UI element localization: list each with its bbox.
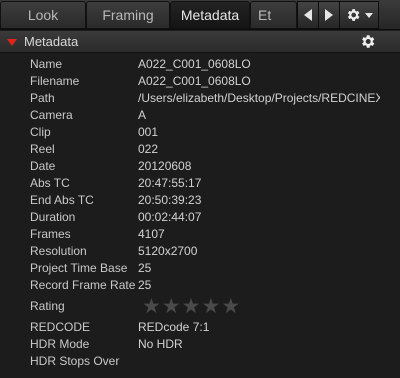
scrollbar-track[interactable] <box>382 55 398 378</box>
metadata-row-name: Name A022_C001_0608LO <box>0 57 400 74</box>
tab-bar-filler <box>379 1 400 29</box>
metadata-row-hdr-mode: HDR Mode No HDR <box>0 337 400 354</box>
metadata-row-redcode: REDCODE REDcode 7:1 <box>0 320 400 337</box>
metadata-row-clip: Clip 001 <box>0 125 400 142</box>
metadata-row-end-abs-tc: End Abs TC 20:50:39:23 <box>0 193 400 210</box>
rating-stars[interactable]: ★ ★ ★ ★ ★ <box>142 296 240 317</box>
star-icon[interactable]: ★ <box>221 296 240 317</box>
field-label: Date <box>30 159 56 173</box>
field-value: 20120608 <box>138 159 192 173</box>
metadata-row-reel: Reel 022 <box>0 142 400 159</box>
tab-etc[interactable]: Et <box>250 1 297 29</box>
field-label: Abs TC <box>30 176 70 190</box>
field-label: End Abs TC <box>30 193 94 207</box>
gear-icon[interactable] <box>359 33 376 50</box>
metadata-row-camera: Camera A <box>0 108 400 125</box>
field-label: Reel <box>30 142 55 156</box>
tab-metadata[interactable]: Metadata <box>170 1 250 29</box>
field-value: 25 <box>138 261 152 275</box>
field-label: REDCODE <box>30 320 91 334</box>
star-icon[interactable]: ★ <box>182 296 201 317</box>
field-value: A <box>138 108 147 122</box>
metadata-panel: Look Framing Metadata Et Metadata Name A… <box>0 0 400 378</box>
field-value: 25 <box>138 278 152 292</box>
metadata-row-rating: Rating ★ ★ ★ ★ ★ <box>0 296 400 317</box>
field-value: 20:47:55:17 <box>138 176 202 190</box>
field-label: Duration <box>30 210 76 224</box>
metadata-row-date: Date 20120608 <box>0 159 400 176</box>
field-value: 001 <box>138 125 159 139</box>
chevron-right-icon <box>325 9 333 21</box>
disclosure-triangle-icon[interactable] <box>7 39 17 46</box>
field-value: /Users/elizabeth/Desktop/Projects/REDCIN… <box>138 91 380 105</box>
star-icon[interactable]: ★ <box>142 296 161 317</box>
metadata-row-resolution: Resolution 5120x2700 <box>0 244 400 261</box>
field-label: Filename <box>30 74 80 88</box>
gear-icon <box>347 9 360 21</box>
metadata-row-path: Path /Users/elizabeth/Desktop/Projects/R… <box>0 91 400 108</box>
chevron-left-icon <box>304 9 312 21</box>
field-label: Resolution <box>30 244 87 258</box>
star-icon[interactable]: ★ <box>162 296 181 317</box>
field-label: Clip <box>30 125 51 139</box>
field-label: HDR Stops Over <box>30 354 120 368</box>
tab-framing[interactable]: Framing <box>86 1 170 29</box>
tab-look[interactable]: Look <box>0 1 86 29</box>
star-icon[interactable]: ★ <box>201 296 220 317</box>
field-value: 5120x2700 <box>138 244 198 258</box>
metadata-row-duration: Duration 00:02:44:07 <box>0 210 400 227</box>
field-value: 4107 <box>138 227 165 241</box>
field-value: 022 <box>138 142 159 156</box>
field-value: 00:02:44:07 <box>138 210 202 224</box>
metadata-section-header[interactable]: Metadata <box>0 31 400 53</box>
field-label: Record Frame Rate <box>30 278 136 292</box>
field-value: 20:50:39:23 <box>138 193 202 207</box>
field-label: Rating <box>30 299 65 313</box>
field-value: A022_C001_0608LO <box>138 74 251 88</box>
metadata-row-project-time-base: Project Time Base 25 <box>0 261 400 278</box>
tab-scroll-right-button[interactable] <box>318 1 340 29</box>
metadata-row-frames: Frames 4107 <box>0 227 400 244</box>
tab-bar: Look Framing Metadata Et <box>0 0 400 30</box>
field-label: Project Time Base <box>30 261 128 275</box>
metadata-row-abs-tc: Abs TC 20:47:55:17 <box>0 176 400 193</box>
metadata-row-record-frame-rate: Record Frame Rate 25 <box>0 278 400 295</box>
field-label: HDR Mode <box>30 337 90 351</box>
field-value: REDcode 7:1 <box>138 320 210 334</box>
field-label: Frames <box>30 227 71 241</box>
metadata-row-filename: Filename A022_C001_0608LO <box>0 74 400 91</box>
field-value: No HDR <box>138 337 183 351</box>
field-label: Name <box>30 57 63 71</box>
field-label: Camera <box>30 108 73 122</box>
tab-scroll-left-button[interactable] <box>297 1 319 29</box>
caret-down-icon <box>365 12 373 18</box>
panel-settings-button[interactable] <box>339 1 379 29</box>
field-value: A022_C001_0608LO <box>138 57 251 71</box>
section-title: Metadata <box>24 34 79 49</box>
metadata-row-hdr-stops-over: HDR Stops Over <box>0 354 400 371</box>
field-label: Path <box>30 91 55 105</box>
